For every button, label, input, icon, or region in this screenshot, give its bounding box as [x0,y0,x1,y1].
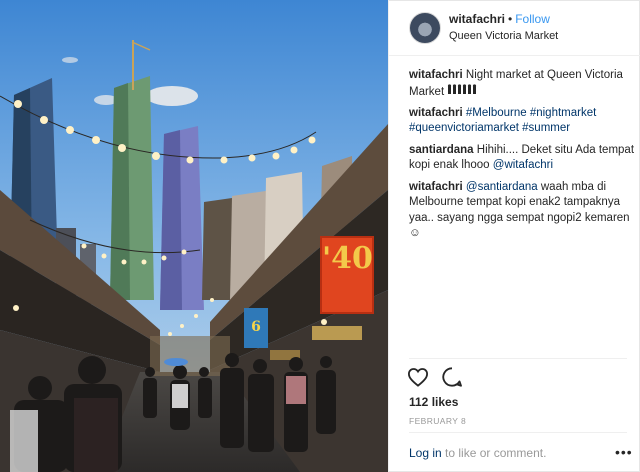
post-date: FEBRUARY 8 [409,416,467,426]
comment-username[interactable]: witafachri [409,181,463,193]
header-text: witafachri • Follow Queen Victoria Market [449,12,558,43]
divider [409,432,627,433]
avatar[interactable] [409,11,441,44]
action-bar [407,366,463,388]
header-dot: • [508,12,513,26]
comment-item: witafachri Night market at Queen Victori… [409,68,635,100]
post-photo[interactable]: '40 6 [0,0,388,472]
mention-link[interactable]: @witafachri [493,159,553,171]
comment-item: santiardana Hihihi.... Deket situ Ada te… [409,143,635,174]
hanging-sign-small: 6 [244,308,268,348]
divider [409,358,627,359]
follow-button[interactable]: Follow [515,12,550,26]
post-header: witafachri • Follow Queen Victoria Market [389,0,640,56]
username-link[interactable]: witafachri [449,12,505,26]
comment-username[interactable]: witafachri [409,107,463,119]
more-options-icon[interactable]: ••• [615,445,633,459]
login-suffix: to like or comment. [445,446,547,460]
hashtag-link[interactable]: #summer [522,122,570,134]
hashtag-link[interactable]: #queenvictoriamarket [409,122,519,134]
comment-item: witafachri @santiardana waah mba di Melb… [409,180,635,242]
hanging-sign-large: '40 [320,236,374,314]
hashtag-link[interactable]: #nightmarket [530,107,596,119]
comment-icon[interactable] [441,366,463,388]
login-prompt: Log in to like or comment. [409,446,546,460]
comment-item: witafachri #Melbourne #nightmarket #quee… [409,106,635,137]
crowd-emoji-icon [447,83,477,100]
comment-username[interactable]: witafachri [409,69,463,81]
mention-link[interactable]: @santiardana [466,181,538,193]
login-link[interactable]: Log in [409,446,442,460]
comment-list: witafachri Night market at Queen Victori… [409,68,635,248]
hashtag-link[interactable]: #Melbourne [466,107,527,119]
likes-count[interactable]: 112 likes [409,395,458,409]
comment-username[interactable]: santiardana [409,144,474,156]
post-side-panel: witafachri • Follow Queen Victoria Market … [388,0,640,472]
location-link[interactable]: Queen Victoria Market [449,29,558,43]
heart-icon[interactable] [407,366,429,388]
header-row: witafachri • Follow [449,12,558,27]
